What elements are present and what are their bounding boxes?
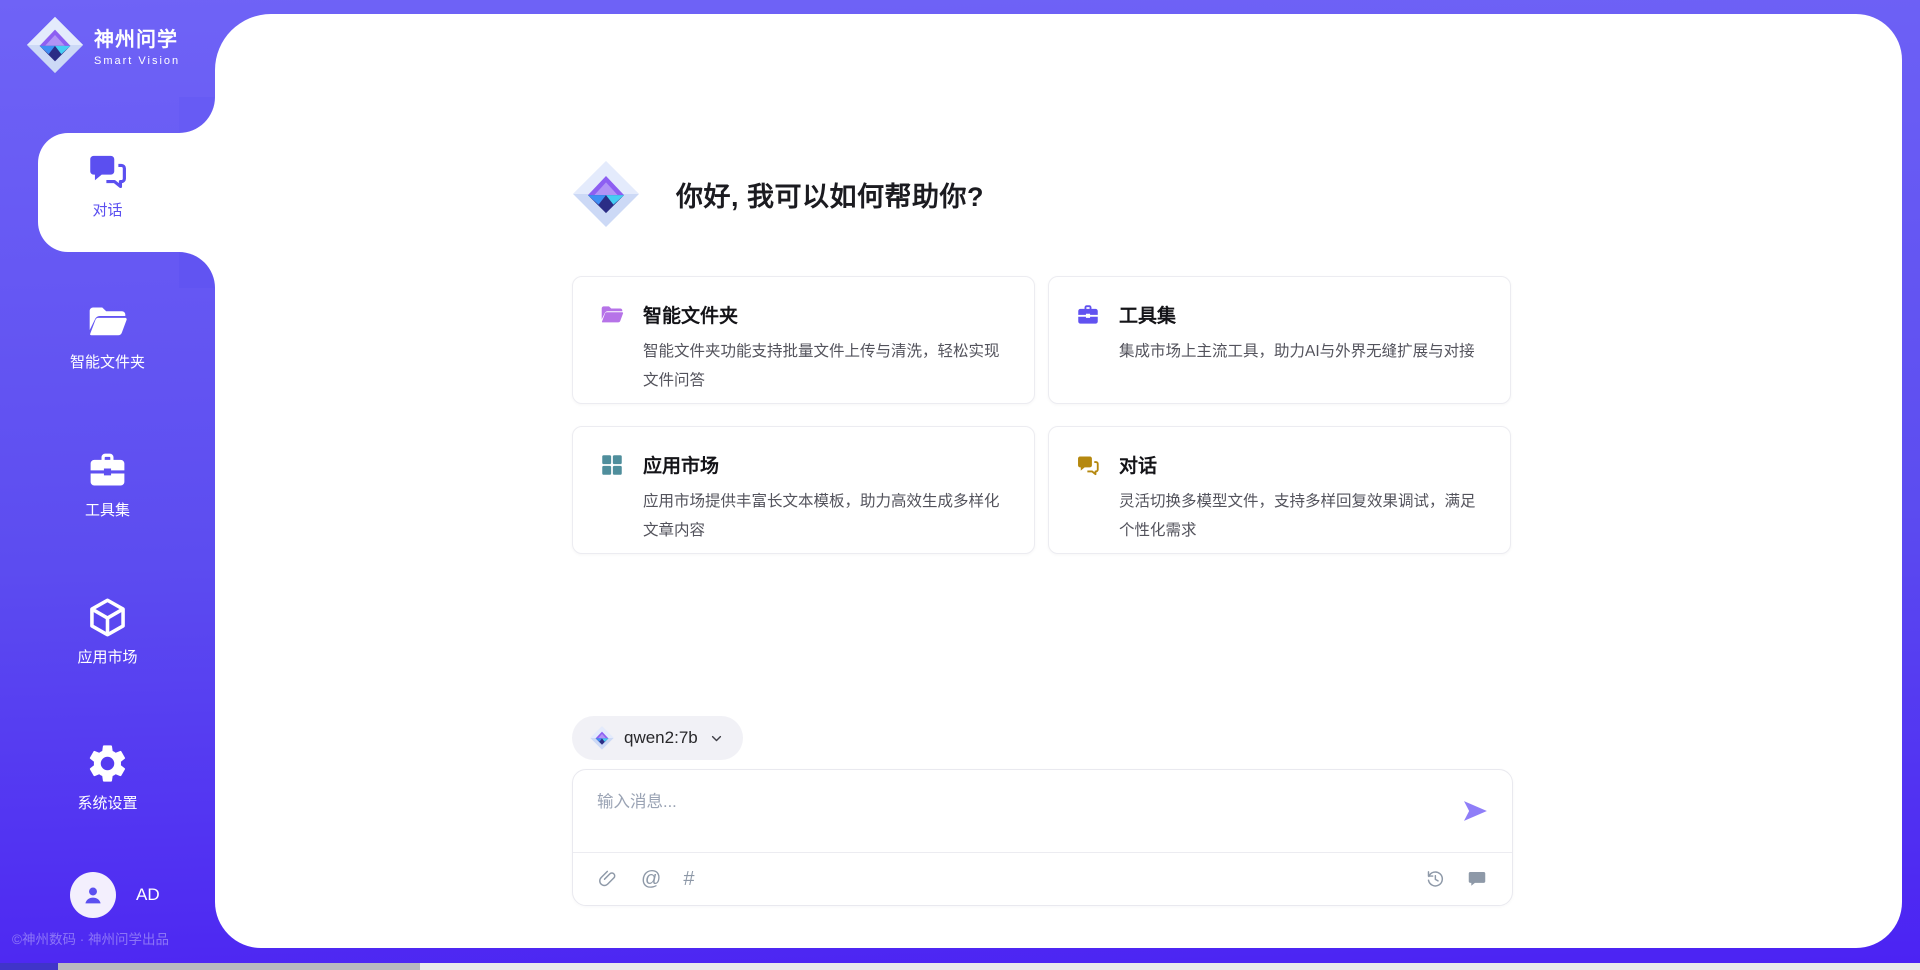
copyright-footer: ©神州数码 · 神州问学出品 [12, 928, 169, 948]
message-composer: @ # [572, 769, 1513, 906]
scrollbar-corner [0, 963, 58, 970]
sidebar-item-chat[interactable]: 对话 [0, 148, 215, 220]
user-profile[interactable]: AD [70, 872, 160, 918]
chevron-down-icon [708, 730, 725, 747]
card-title: 对话 [1119, 451, 1157, 478]
card-toolset[interactable]: 工具集 集成市场上主流工具，助力AI与外界无缝扩展与对接 [1048, 276, 1511, 404]
card-app-market[interactable]: 应用市场 应用市场提供丰富长文本模板，助力高效生成多样化文章内容 [572, 426, 1035, 554]
model-diamond-icon [590, 726, 614, 750]
send-button[interactable] [1460, 796, 1490, 826]
model-name: qwen2:7b [624, 728, 698, 748]
card-description: 智能文件夹功能支持批量文件上传与清洗，轻松实现文件问答 [643, 337, 1008, 395]
brand-logo: 神州问学 Smart Vision [26, 16, 180, 74]
composer-toolbar: @ # [573, 852, 1512, 905]
active-tab-fillet-top [179, 97, 215, 133]
attachment-icon[interactable] [597, 868, 619, 890]
chat-icon [1075, 452, 1101, 478]
chat-bubble-icon[interactable] [1466, 868, 1488, 890]
app-window: 神州问学 Smart Vision 对话 智能文件夹 工具集 应用市场 系统设置 [0, 0, 1920, 970]
card-title: 智能文件夹 [643, 301, 738, 328]
active-tab-fillet-bottom [179, 252, 215, 288]
person-icon [79, 881, 107, 909]
horizontal-scrollbar[interactable] [0, 963, 1920, 970]
sidebar-item-toolset[interactable]: 工具集 [0, 448, 215, 520]
assistant-diamond-icon [572, 160, 640, 228]
brand-subtitle: Smart Vision [94, 55, 180, 67]
toolbox-icon [1075, 302, 1101, 328]
gear-icon [85, 741, 130, 786]
card-title: 应用市场 [643, 451, 719, 478]
sidebar-item-app-market[interactable]: 应用市场 [0, 595, 215, 667]
card-chat[interactable]: 对话 灵活切换多模型文件，支持多样回复效果调试，满足个性化需求 [1048, 426, 1511, 554]
sidebar-item-smart-folder[interactable]: 智能文件夹 [0, 300, 215, 372]
hashtag-button[interactable]: # [683, 869, 694, 889]
apps-icon [599, 452, 625, 478]
sidebar-item-label: 对话 [0, 199, 215, 220]
sidebar-item-label: 应用市场 [0, 646, 215, 667]
user-initials: AD [136, 885, 160, 905]
card-description: 应用市场提供丰富长文本模板，助力高效生成多样化文章内容 [643, 487, 1008, 545]
message-input[interactable] [597, 788, 1417, 844]
history-icon[interactable] [1424, 868, 1446, 890]
sidebar: 神州问学 Smart Vision 对话 智能文件夹 工具集 应用市场 系统设置 [0, 0, 215, 970]
avatar [70, 872, 116, 918]
mention-button[interactable]: @ [641, 869, 661, 889]
chat-icon [85, 148, 130, 193]
brand-name: 神州问学 [94, 23, 180, 52]
card-description: 灵活切换多模型文件，支持多样回复效果调试，满足个性化需求 [1119, 487, 1484, 545]
greeting-row: 你好, 我可以如何帮助你? [572, 160, 984, 228]
sidebar-item-label: 智能文件夹 [0, 351, 215, 372]
cube-icon [85, 595, 130, 640]
toolbox-icon [85, 448, 130, 493]
model-selector[interactable]: qwen2:7b [572, 716, 743, 760]
folder-icon [599, 302, 625, 328]
send-icon [1460, 796, 1490, 826]
scrollbar-thumb[interactable] [58, 963, 420, 970]
folder-icon [85, 300, 130, 345]
card-description: 集成市场上主流工具，助力AI与外界无缝扩展与对接 [1119, 337, 1484, 366]
sidebar-item-label: 系统设置 [0, 792, 215, 813]
main-panel: 你好, 我可以如何帮助你? 智能文件夹 智能文件夹功能支持批量文件上传与清洗，轻… [215, 14, 1902, 948]
sidebar-item-system-settings[interactable]: 系统设置 [0, 741, 215, 813]
greeting-text: 你好, 我可以如何帮助你? [676, 175, 984, 214]
feature-cards: 智能文件夹 智能文件夹功能支持批量文件上传与清洗，轻松实现文件问答 工具集 集成… [572, 276, 1516, 554]
brand-diamond-icon [26, 16, 84, 74]
sidebar-item-label: 工具集 [0, 499, 215, 520]
card-title: 工具集 [1119, 301, 1176, 328]
card-smart-folder[interactable]: 智能文件夹 智能文件夹功能支持批量文件上传与清洗，轻松实现文件问答 [572, 276, 1035, 404]
